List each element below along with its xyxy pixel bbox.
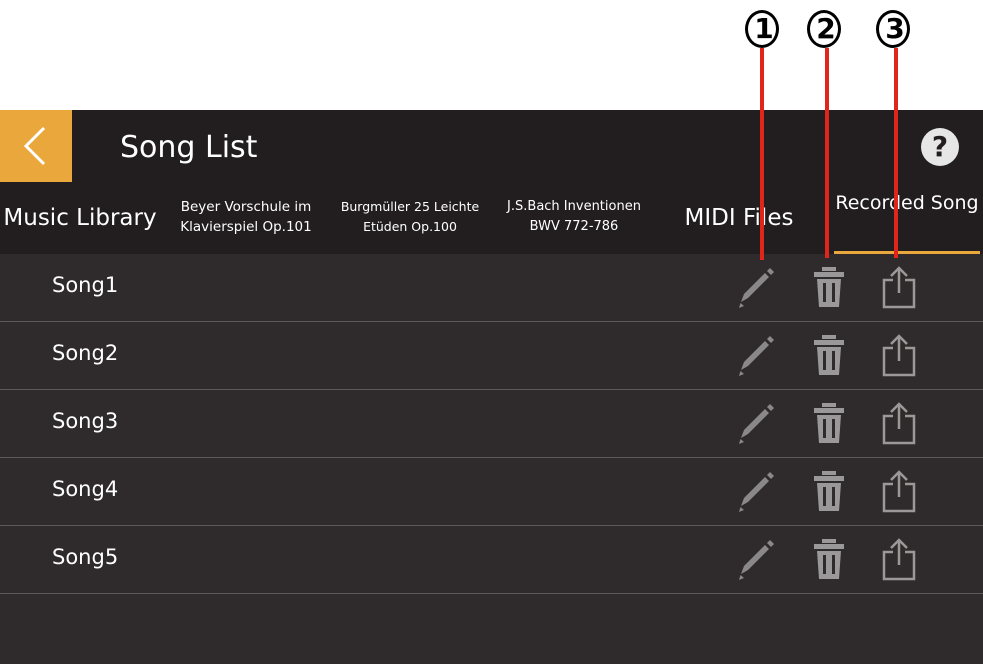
share-icon[interactable] (879, 536, 919, 582)
trash-icon[interactable] (809, 468, 849, 514)
callout-1-number: 1 (754, 12, 774, 45)
tab-beyer[interactable]: Beyer Vorschule im Klavierspiel Op.101 (166, 182, 326, 254)
tab-music-library[interactable]: Music Library (0, 182, 160, 254)
share-icon[interactable] (879, 468, 919, 514)
pencil-icon[interactable] (736, 536, 776, 582)
back-button[interactable] (0, 110, 72, 182)
song-list: Song1 Song2 Song3 Song4 Song5 (0, 254, 983, 594)
trash-icon[interactable] (809, 536, 849, 582)
tab-label: Music Library (3, 205, 157, 231)
tab-bach[interactable]: J.S.Bach Inventionen BWV 772-786 (494, 182, 654, 254)
share-icon[interactable] (879, 264, 919, 310)
pencil-icon[interactable] (736, 468, 776, 514)
callout-3: 3 (876, 8, 914, 50)
callout-3-number: 3 (885, 12, 905, 45)
tab-midi-files[interactable]: MIDI Files (666, 182, 812, 254)
share-icon[interactable] (879, 400, 919, 446)
callout-2-number: 2 (816, 12, 836, 45)
song-row-3[interactable]: Song3 (0, 390, 983, 458)
share-icon[interactable] (879, 332, 919, 378)
callout-3-line (894, 48, 898, 258)
trash-icon[interactable] (809, 332, 849, 378)
top-bar: Song List ? (0, 110, 983, 182)
pencil-icon[interactable] (736, 332, 776, 378)
tab-label: Beyer Vorschule im Klavierspiel Op.101 (180, 199, 312, 235)
app-window: Song List ? Music Library Beyer Vorschul… (0, 110, 983, 664)
trash-icon[interactable] (809, 264, 849, 310)
callout-2-line (825, 48, 829, 258)
song-row-5[interactable]: Song5 (0, 526, 983, 594)
callout-1-line (760, 48, 764, 260)
song-name: Song5 (52, 545, 119, 569)
callout-1: 1 (745, 8, 783, 50)
pencil-icon[interactable] (736, 400, 776, 446)
chevron-left-icon (23, 126, 46, 166)
song-name: Song2 (52, 341, 119, 365)
song-name: Song3 (52, 409, 119, 433)
tab-label: MIDI Files (684, 205, 794, 231)
page-title: Song List (120, 130, 258, 165)
tab-bar: Music Library Beyer Vorschule im Klavier… (0, 182, 983, 254)
tab-label: Recorded Song (835, 192, 979, 214)
help-button[interactable]: ? (921, 128, 959, 166)
tab-label: Burgmüller 25 Leichte Etüden Op.100 (340, 199, 480, 234)
tab-recorded-song[interactable]: Recorded Song (834, 182, 980, 254)
song-row-2[interactable]: Song2 (0, 322, 983, 390)
song-name: Song1 (52, 273, 119, 297)
tab-burgmuller[interactable]: Burgmüller 25 Leichte Etüden Op.100 (330, 182, 490, 254)
song-name: Song4 (52, 477, 119, 501)
tab-label: J.S.Bach Inventionen BWV 772-786 (507, 199, 641, 234)
trash-icon[interactable] (809, 400, 849, 446)
callout-2: 2 (807, 8, 845, 50)
song-row-4[interactable]: Song4 (0, 458, 983, 526)
song-row-1[interactable]: Song1 (0, 254, 983, 322)
pencil-icon[interactable] (736, 264, 776, 310)
